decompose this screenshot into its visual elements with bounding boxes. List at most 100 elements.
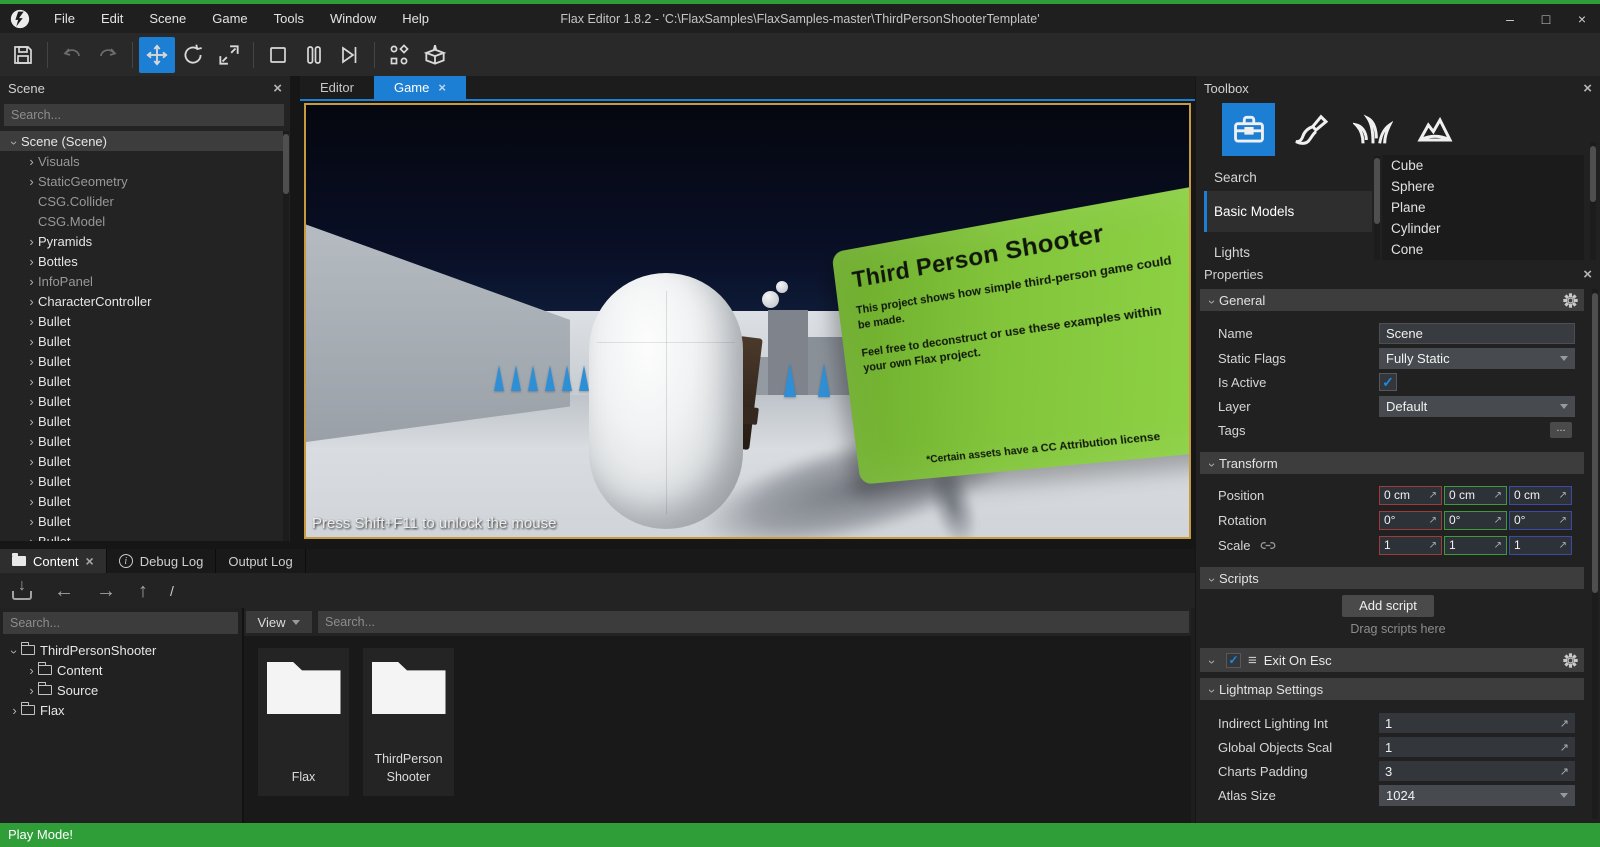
drag-arrow-icon[interactable]: ↗ <box>1429 490 1437 501</box>
chevron-icon[interactable]: › <box>25 414 38 429</box>
scene-tree-item[interactable]: › Bullet <box>0 411 283 431</box>
toolbox-category[interactable]: Search <box>1204 164 1372 191</box>
content-tree-item[interactable]: › Flax <box>0 700 242 720</box>
folder-tile[interactable]: ThirdPerson Shooter <box>363 648 454 796</box>
step-frame-button[interactable] <box>332 37 368 73</box>
content-search-input[interactable] <box>318 611 1189 633</box>
properties-scrollbar[interactable] <box>1592 289 1598 819</box>
scene-scrollbar[interactable] <box>283 131 289 541</box>
menu-item[interactable]: Window <box>317 4 389 33</box>
game-viewport[interactable]: Third Person Shooter This project shows … <box>304 103 1191 539</box>
scene-tree-item[interactable]: › Bullet <box>0 331 283 351</box>
minimize-button[interactable]: – <box>1492 4 1528 33</box>
global-objects-scale-field[interactable]: 1 ↗ <box>1379 737 1575 757</box>
chevron-icon[interactable]: › <box>25 394 38 409</box>
drag-arrow-icon[interactable]: ↗ <box>1559 490 1567 501</box>
scene-tree-item[interactable]: › Bullet <box>0 371 283 391</box>
redo-button[interactable] <box>90 37 126 73</box>
stop-button[interactable] <box>260 37 296 73</box>
scene-tree-item[interactable]: › Bullet <box>0 431 283 451</box>
scene-tree-item[interactable]: › InfoPanel <box>0 271 283 291</box>
scale-x-field[interactable]: 1 ↗ <box>1379 535 1442 555</box>
folder-tile[interactable]: Flax <box>258 648 349 796</box>
drag-arrow-icon[interactable]: ↗ <box>1494 490 1502 501</box>
translate-tool-button[interactable] <box>139 36 175 73</box>
toolbox-tab-paint[interactable] <box>1284 103 1337 156</box>
tags-ellipsis-button[interactable]: ... <box>1550 422 1572 438</box>
rotation-x-field[interactable]: 0° ↗ <box>1379 510 1442 530</box>
undo-button[interactable] <box>54 37 90 73</box>
scene-tree-item[interactable]: › Bullet <box>0 451 283 471</box>
scene-scrollbar-thumb[interactable] <box>283 134 289 194</box>
dock-tab[interactable]: i Output Log × <box>216 549 306 573</box>
scale-y-field[interactable]: 1 ↗ <box>1444 535 1507 555</box>
dock-tab[interactable]: i Debug Log × <box>107 549 217 573</box>
chevron-icon[interactable]: › <box>8 703 21 718</box>
chevron-icon[interactable]: › <box>25 454 38 469</box>
scene-tree-item[interactable]: › Bullet <box>0 471 283 491</box>
content-tree-item[interactable]: › Content <box>0 660 242 680</box>
menu-item[interactable]: Help <box>389 4 442 33</box>
script-enabled-checkbox[interactable]: ✓ <box>1226 652 1241 668</box>
position-z-field[interactable]: 0 cm ↗ <box>1509 485 1572 505</box>
add-script-button[interactable]: Add script <box>1342 595 1434 617</box>
chevron-icon[interactable]: › <box>1205 458 1220 471</box>
chevron-icon[interactable]: › <box>7 136 22 149</box>
content-tree-search-input[interactable] <box>3 612 238 634</box>
chevron-icon[interactable]: › <box>25 683 38 698</box>
link-scale-icon[interactable] <box>1260 541 1276 550</box>
scene-tree-item[interactable]: › StaticGeometry <box>0 171 283 191</box>
chevron-icon[interactable]: › <box>25 294 38 309</box>
scene-tree-item[interactable]: › Bullet <box>0 351 283 371</box>
drag-arrow-icon[interactable]: ↗ <box>1560 765 1569 778</box>
chevron-icon[interactable]: › <box>7 645 22 658</box>
drag-arrow-icon[interactable]: ↗ <box>1559 515 1567 526</box>
scene-tree-item[interactable]: › Bottles <box>0 251 283 271</box>
drag-arrow-icon[interactable]: ↗ <box>1429 515 1437 526</box>
toolbox-item[interactable]: Cube <box>1382 155 1584 176</box>
scene-tree-item[interactable]: › Visuals <box>0 151 283 171</box>
gear-icon[interactable] <box>1563 652 1578 668</box>
scene-tree-item[interactable]: › Bullet <box>0 531 283 542</box>
close-icon[interactable]: × <box>1583 267 1592 282</box>
save-button[interactable] <box>5 37 41 73</box>
close-icon[interactable]: × <box>273 81 282 96</box>
atlas-size-dropdown[interactable]: 1024 <box>1379 784 1575 806</box>
gear-icon[interactable] <box>1563 292 1578 308</box>
scene-tree-item[interactable]: › Bullet <box>0 311 283 331</box>
scene-tree-item[interactable]: › Bullet <box>0 391 283 411</box>
chevron-icon[interactable]: › <box>1205 573 1220 586</box>
chevron-icon[interactable]: › <box>25 663 38 678</box>
toolbox-category[interactable]: Basic Models <box>1204 191 1372 232</box>
drag-arrow-icon[interactable]: ↗ <box>1559 540 1567 551</box>
content-tree-item[interactable]: › ThirdPersonShooter <box>0 640 242 660</box>
tab-editor[interactable]: Editor <box>300 76 374 99</box>
menu-item[interactable]: File <box>41 4 88 33</box>
chevron-icon[interactable]: › <box>25 514 38 529</box>
scrollbar-thumb[interactable] <box>1590 146 1596 202</box>
rotate-tool-button[interactable] <box>175 37 211 73</box>
static-flags-dropdown[interactable]: Fully Static <box>1379 347 1575 369</box>
drag-arrow-icon[interactable]: ↗ <box>1429 540 1437 551</box>
drag-arrow-icon[interactable]: ↗ <box>1560 717 1569 730</box>
drag-arrow-icon[interactable]: ↗ <box>1494 540 1502 551</box>
dock-tab[interactable]: i Content × <box>0 549 107 573</box>
chevron-icon[interactable]: › <box>25 314 38 329</box>
chevron-icon[interactable]: › <box>25 494 38 509</box>
chevron-icon[interactable]: › <box>25 254 38 269</box>
chevron-icon[interactable]: › <box>25 154 38 169</box>
menu-item[interactable]: Game <box>199 4 260 33</box>
toolbox-item[interactable]: Cylinder <box>1382 218 1584 239</box>
toolbox-item[interactable]: Cone <box>1382 239 1584 260</box>
chevron-icon[interactable]: › <box>25 274 38 289</box>
menu-item[interactable]: Tools <box>261 4 317 33</box>
close-icon[interactable]: × <box>1583 81 1592 96</box>
scene-tree-item[interactable]: › CharacterController <box>0 291 283 311</box>
section-general[interactable]: › General <box>1200 289 1584 311</box>
menu-item[interactable]: Scene <box>136 4 199 33</box>
scene-tree-item[interactable]: › CSG.Collider <box>0 191 283 211</box>
graph-nodes-button[interactable] <box>381 37 417 73</box>
position-y-field[interactable]: 0 cm ↗ <box>1444 485 1507 505</box>
scene-tree-item[interactable]: › CSG.Model <box>0 211 283 231</box>
toolbox-tab-foliage[interactable] <box>1346 103 1399 156</box>
